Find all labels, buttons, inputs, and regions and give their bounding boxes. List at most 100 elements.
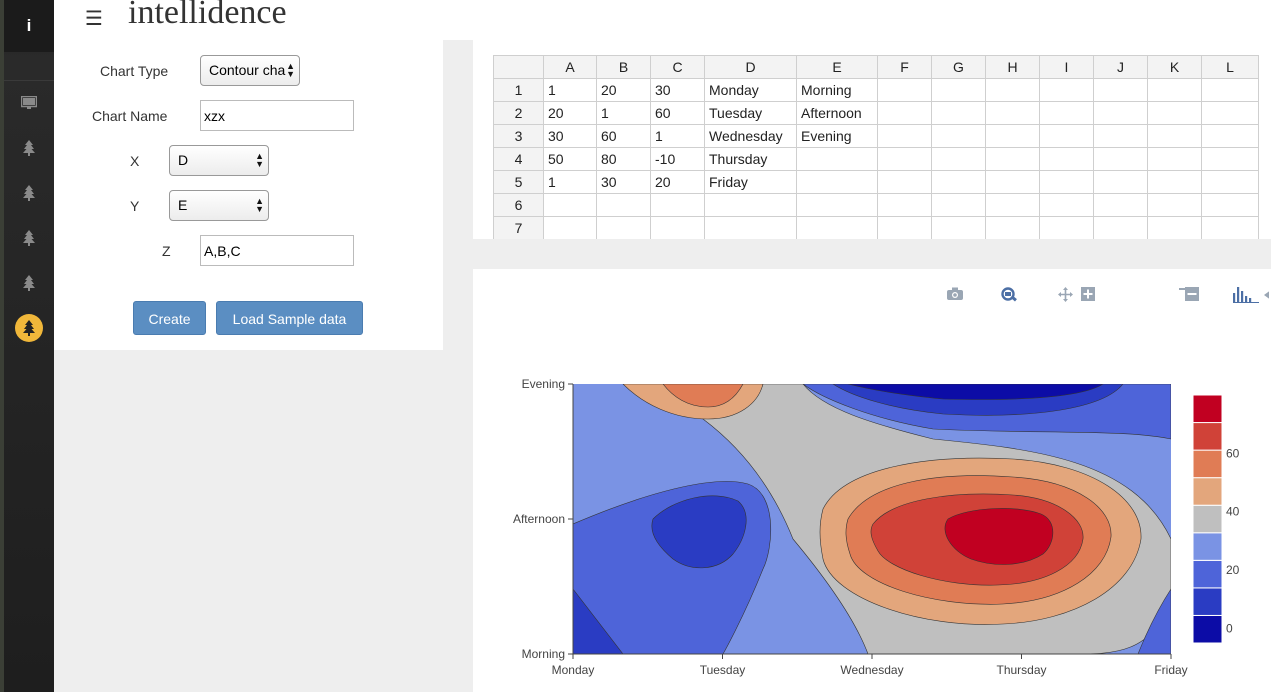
grid-cell[interactable] (931, 147, 986, 171)
grid-cell[interactable] (877, 147, 932, 171)
grid-cell[interactable] (877, 193, 932, 217)
column-header-a[interactable]: A (543, 55, 597, 79)
grid-cell[interactable] (1201, 78, 1259, 102)
grid-cell[interactable]: 30 (543, 124, 597, 148)
row-header[interactable]: 1 (493, 78, 544, 102)
grid-cell[interactable] (1093, 78, 1148, 102)
row-header[interactable]: 6 (493, 193, 544, 217)
grid-cell[interactable] (877, 78, 932, 102)
grid-cell[interactable]: 20 (543, 101, 597, 125)
column-header-d[interactable]: D (704, 55, 797, 79)
y-select[interactable]: E ▲ ▼ (169, 190, 269, 221)
x-select[interactable]: D ▲ ▼ (169, 145, 269, 176)
row-header[interactable]: 4 (493, 147, 544, 171)
tree-icon[interactable] (14, 268, 44, 298)
grid-cell[interactable]: 1 (650, 124, 705, 148)
grid-cell[interactable] (543, 216, 597, 239)
column-header-j[interactable]: J (1093, 55, 1148, 79)
create-button[interactable]: Create (133, 301, 206, 335)
grid-cell[interactable] (650, 193, 705, 217)
grid-cell[interactable] (1201, 193, 1259, 217)
hamburger-menu-icon[interactable]: ☰ (85, 6, 103, 31)
app-logo[interactable]: i (4, 0, 54, 52)
grid-cell[interactable] (985, 193, 1040, 217)
grid-cell[interactable]: Evening (796, 124, 878, 148)
grid-cell[interactable] (931, 193, 986, 217)
grid-cell[interactable] (985, 124, 1040, 148)
grid-cell[interactable] (1147, 101, 1202, 125)
grid-cell[interactable]: 80 (596, 147, 651, 171)
grid-cell[interactable]: Tuesday (704, 101, 797, 125)
grid-cell[interactable] (1147, 124, 1202, 148)
grid-cell[interactable] (877, 101, 932, 125)
grid-cell[interactable]: 60 (596, 124, 651, 148)
grid-cell[interactable] (1093, 101, 1148, 125)
grid-cell[interactable]: 30 (650, 78, 705, 102)
grid-cell[interactable] (1093, 147, 1148, 171)
grid-cell[interactable] (704, 193, 797, 217)
row-header[interactable]: 3 (493, 124, 544, 148)
grid-cell[interactable] (1039, 170, 1094, 194)
column-header-l[interactable]: L (1201, 55, 1259, 79)
grid-cell[interactable] (1147, 216, 1202, 239)
tree-icon[interactable] (15, 314, 43, 342)
column-header-b[interactable]: B (596, 55, 651, 79)
chart-name-input[interactable]: xzx (200, 100, 354, 131)
grid-cell[interactable] (931, 170, 986, 194)
grid-cell[interactable] (1147, 78, 1202, 102)
grid-cell[interactable]: 60 (650, 101, 705, 125)
grid-cell[interactable] (796, 216, 878, 239)
column-header-c[interactable]: C (650, 55, 705, 79)
grid-cell[interactable]: Friday (704, 170, 797, 194)
grid-cell[interactable] (877, 170, 932, 194)
grid-cell[interactable]: Afternoon (796, 101, 878, 125)
row-header[interactable]: 7 (493, 216, 544, 239)
grid-cell[interactable] (1093, 124, 1148, 148)
grid-cell[interactable] (1039, 101, 1094, 125)
grid-cell[interactable] (985, 78, 1040, 102)
grid-cell[interactable] (985, 170, 1040, 194)
grid-cell[interactable] (931, 124, 986, 148)
grid-cell[interactable]: Thursday (704, 147, 797, 171)
grid-cell[interactable]: 50 (543, 147, 597, 171)
grid-cell[interactable] (543, 193, 597, 217)
grid-cell[interactable] (796, 147, 878, 171)
grid-cell[interactable] (1039, 124, 1094, 148)
grid-cell[interactable] (1093, 216, 1148, 239)
grid-cell[interactable] (1039, 78, 1094, 102)
grid-cell[interactable]: 1 (543, 78, 597, 102)
grid-cell[interactable] (1201, 124, 1259, 148)
tree-icon[interactable] (14, 133, 44, 163)
grid-cell[interactable] (931, 78, 986, 102)
chart-type-select[interactable]: Contour cha ▲ ▼ (200, 55, 300, 86)
grid-cell[interactable]: Monday (704, 78, 797, 102)
column-header-e[interactable]: E (796, 55, 878, 79)
row-header[interactable]: 2 (493, 101, 544, 125)
z-input[interactable]: A,B,C (200, 235, 354, 266)
grid-cell[interactable] (596, 193, 651, 217)
column-header-f[interactable]: F (877, 55, 932, 79)
grid-cell[interactable] (1039, 147, 1094, 171)
grid-cell[interactable] (877, 124, 932, 148)
load-sample-data-button[interactable]: Load Sample data (216, 301, 363, 335)
grid-cell[interactable] (931, 216, 986, 239)
row-header[interactable]: 5 (493, 170, 544, 194)
column-header-h[interactable]: H (985, 55, 1040, 79)
column-header-i[interactable]: I (1039, 55, 1094, 79)
grid-cell[interactable]: -10 (650, 147, 705, 171)
tree-icon[interactable] (14, 178, 44, 208)
grid-cell[interactable] (1201, 170, 1259, 194)
grid-cell[interactable] (931, 101, 986, 125)
grid-cell[interactable] (1093, 193, 1148, 217)
grid-cell[interactable] (1039, 216, 1094, 239)
monitor-icon[interactable] (14, 88, 44, 118)
grid-cell[interactable] (1201, 101, 1259, 125)
grid-cell[interactable] (704, 216, 797, 239)
column-header-g[interactable]: G (931, 55, 986, 79)
grid-cell[interactable] (796, 170, 878, 194)
grid-cell[interactable] (1201, 216, 1259, 239)
grid-cell[interactable]: 1 (596, 101, 651, 125)
grid-cell[interactable] (1093, 170, 1148, 194)
grid-cell[interactable]: 20 (650, 170, 705, 194)
grid-cell[interactable]: 30 (596, 170, 651, 194)
